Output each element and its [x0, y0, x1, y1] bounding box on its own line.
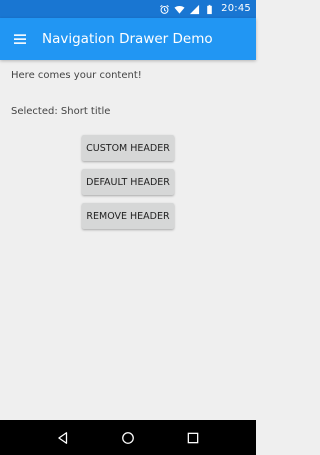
signal-icon — [189, 4, 200, 15]
status-bar: 20:45 — [0, 0, 256, 18]
custom-header-button[interactable]: CUSTOM HEADER — [82, 135, 174, 161]
back-icon — [56, 431, 70, 445]
app-bar: Navigation Drawer Demo — [0, 18, 256, 60]
recents-button[interactable] — [181, 426, 205, 450]
menu-button[interactable] — [0, 18, 40, 60]
alarm-icon — [159, 4, 170, 15]
status-time: 20:45 — [221, 3, 251, 14]
remove-header-button[interactable]: REMOVE HEADER — [82, 203, 174, 229]
default-header-button[interactable]: DEFAULT HEADER — [82, 169, 174, 195]
recents-icon — [186, 431, 200, 445]
system-nav-bar — [0, 420, 256, 455]
main-content: Here comes your content! Selected: Short… — [0, 60, 256, 420]
selected-text: Selected: Short title — [11, 106, 111, 117]
back-button[interactable] — [51, 426, 75, 450]
hamburger-menu-icon — [12, 31, 28, 47]
battery-icon — [204, 4, 215, 15]
wifi-icon — [174, 4, 185, 15]
home-icon — [121, 431, 135, 445]
home-button[interactable] — [116, 426, 140, 450]
intro-text: Here comes your content! — [11, 70, 142, 81]
app-title: Navigation Drawer Demo — [42, 31, 213, 47]
